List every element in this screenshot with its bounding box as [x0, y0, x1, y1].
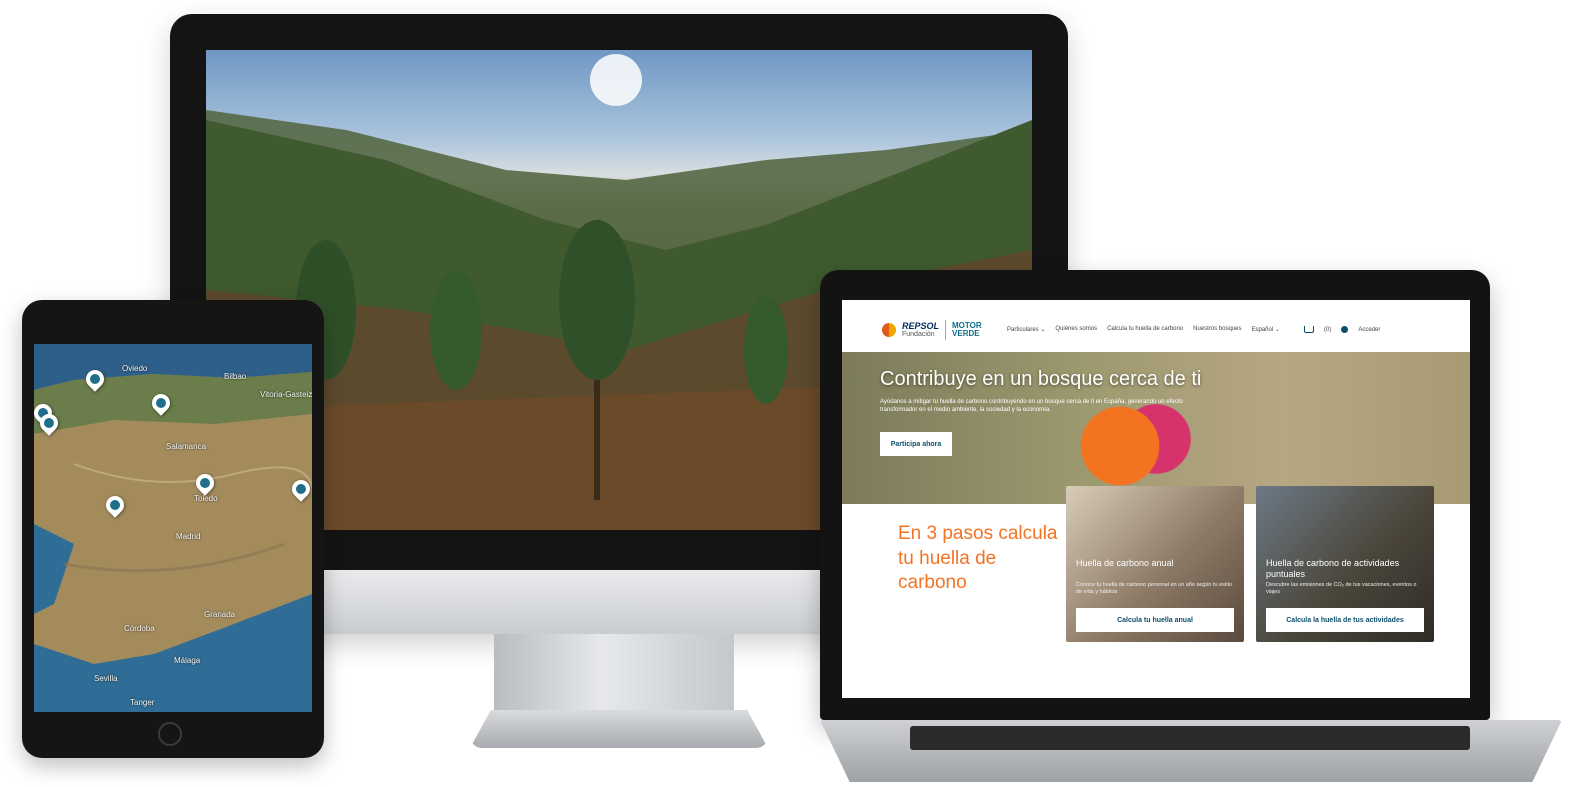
map-label: Córdoba [124, 624, 155, 633]
map-label: Sevilla [94, 674, 118, 683]
nav-links: Particulares ⌄ Quiénes somos Calcula tu … [1007, 326, 1280, 333]
map-label: Granada [204, 610, 236, 619]
map-label: Tanger [130, 698, 155, 707]
tablet-device: Oviedo Bilbao Vitoria-Gasteiz Salamanca … [22, 300, 324, 758]
monitor-stand-foot [470, 710, 768, 748]
card-title: Huella de carbono de actividades puntual… [1266, 558, 1400, 579]
activity-footprint-card: Huella de carbono de actividades puntual… [1256, 486, 1434, 642]
user-icon[interactable] [1341, 326, 1349, 333]
logo-brand: REPSOL [902, 321, 940, 331]
laptop-keyboard [910, 726, 1470, 750]
map-label: Bilbao [224, 372, 247, 381]
map-label: Málaga [174, 656, 201, 665]
card-title: Huella de carbono anual [1076, 558, 1174, 568]
map-label: Toledo [194, 494, 218, 503]
logo-divider [945, 320, 947, 340]
hero-title: Contribuye en un bosque cerca de ti [880, 368, 1202, 390]
cart-count: (0) [1324, 326, 1332, 333]
site-logo[interactable]: REPSOL Fundación MOTOR VERDE [882, 320, 982, 340]
map-label: Salamanca [166, 442, 207, 451]
hero-text: Ayúdanos a mitigar tu huella de carbono … [880, 399, 1183, 414]
laptop-device: REPSOL Fundación MOTOR VERDE Particulare… [820, 270, 1490, 720]
calculate-annual-button[interactable]: Calcula tu huella anual [1076, 608, 1234, 632]
cart-icon[interactable] [1304, 326, 1314, 333]
nav-actions: (0) Acceder [1304, 326, 1380, 333]
tablet-map[interactable]: Oviedo Bilbao Vitoria-Gasteiz Salamanca … [34, 344, 312, 712]
hero-banner: Contribuye en un bosque cerca de ti Ayúd… [842, 352, 1470, 504]
participate-button[interactable]: Participa ahora [880, 432, 952, 456]
nav-link-particulares[interactable]: Particulares ⌄ [1007, 326, 1045, 333]
laptop-screen: REPSOL Fundación MOTOR VERDE Particulare… [842, 300, 1470, 698]
nav-link-quienes-somos[interactable]: Quiénes somos [1055, 326, 1097, 333]
map-label: Madrid [176, 532, 201, 541]
calculate-activities-button[interactable]: Calcula la huella de tus actividades [1266, 608, 1424, 632]
map-label: Vitoria-Gasteiz [260, 390, 312, 399]
card-text: Descubre las emisiones de CO₂ de tus vac… [1266, 582, 1417, 596]
site-navbar: REPSOL Fundación MOTOR VERDE Particulare… [842, 300, 1470, 352]
nav-link-calcula[interactable]: Calcula tu huella de carbono [1107, 326, 1183, 333]
logo-subtitle: Fundación [902, 331, 935, 338]
monitor-stand-neck [494, 634, 734, 716]
card-text: Conoce tu huella de carbono personal en … [1076, 582, 1232, 596]
nav-link-bosques[interactable]: Nuestros bosques [1193, 326, 1241, 333]
login-link[interactable]: Acceder [1358, 327, 1380, 333]
map-label: Oviedo [122, 364, 148, 373]
steps-title: En 3 pasos calcula tu huella de carbono [898, 523, 1058, 594]
repsol-logo-icon [882, 323, 896, 337]
language-select[interactable]: Español ⌄ [1252, 326, 1280, 333]
tablet-home-button[interactable] [158, 722, 182, 746]
annual-footprint-card: Huella de carbono anual Conoce tu huella… [1066, 486, 1244, 642]
satellite-map-image [34, 344, 312, 712]
logo-motor-line2: VERDE [952, 329, 980, 338]
